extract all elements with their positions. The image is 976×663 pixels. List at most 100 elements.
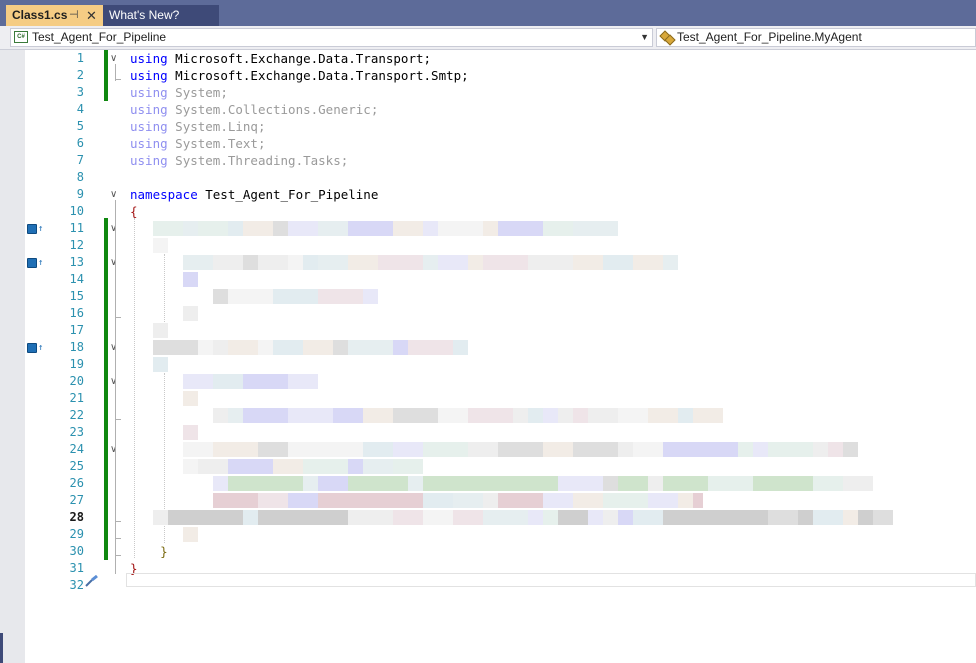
redacted-code bbox=[663, 255, 678, 270]
line-number: 11 bbox=[69, 221, 84, 235]
code-line[interactable]: 12 bbox=[0, 237, 976, 254]
redacted-code bbox=[348, 221, 393, 236]
code-line[interactable]: 16 bbox=[0, 305, 976, 322]
code-line[interactable]: 4 using System.Collections.Generic; bbox=[0, 101, 976, 118]
line-number: 6 bbox=[76, 136, 84, 150]
code-token: System.Collections.Generic; bbox=[167, 102, 379, 117]
collapse-icon[interactable]: ∨ bbox=[110, 339, 117, 356]
collapse-icon[interactable]: ∨ bbox=[110, 254, 117, 271]
codelens-reference-icon[interactable] bbox=[27, 224, 37, 234]
code-line[interactable]: 25 bbox=[0, 458, 976, 475]
redacted-code bbox=[213, 255, 243, 270]
code-text: using System; bbox=[130, 84, 228, 101]
redacted-code bbox=[393, 442, 423, 457]
collapse-icon[interactable]: ∨ bbox=[110, 186, 117, 203]
line-number: 7 bbox=[76, 153, 84, 167]
redacted-code bbox=[753, 442, 768, 457]
code-line[interactable]: 20 bbox=[0, 373, 976, 390]
line-number: 20 bbox=[69, 374, 84, 388]
line-number: 21 bbox=[69, 391, 84, 405]
redacted-code bbox=[198, 374, 213, 389]
redacted-code bbox=[768, 442, 813, 457]
collapse-icon[interactable]: ∨ bbox=[110, 441, 117, 458]
code-line[interactable]: 8 bbox=[0, 169, 976, 186]
code-line[interactable]: 9 namespace Test_Agent_For_Pipeline bbox=[0, 186, 976, 203]
redacted-code bbox=[738, 442, 753, 457]
code-line[interactable]: 10 { bbox=[0, 203, 976, 220]
code-line[interactable]: 18 bbox=[0, 339, 976, 356]
member-dropdown[interactable]: Test_Agent_For_Pipeline.MyAgent bbox=[656, 28, 976, 47]
chevron-down-icon[interactable]: ▼ bbox=[640, 29, 649, 46]
redacted-code bbox=[153, 323, 168, 338]
redacted-code bbox=[453, 340, 468, 355]
code-line[interactable]: 6 using System.Text; bbox=[0, 135, 976, 152]
redacted-code bbox=[633, 255, 663, 270]
code-token: { bbox=[130, 204, 138, 219]
pin-icon[interactable]: ⊣ bbox=[69, 5, 79, 26]
redacted-code bbox=[558, 510, 588, 525]
redacted-code bbox=[843, 510, 858, 525]
redacted-code bbox=[423, 442, 468, 457]
redacted-code bbox=[183, 391, 198, 406]
code-line[interactable]: 1 using Microsoft.Exchange.Data.Transport… bbox=[0, 50, 976, 67]
redacted-code bbox=[288, 408, 303, 423]
redacted-code bbox=[333, 340, 348, 355]
project-dropdown[interactable]: C# Test_Agent_For_Pipeline ▼ bbox=[10, 28, 653, 47]
redacted-code bbox=[318, 493, 348, 508]
code-token: Microsoft.Exchange.Data.Transport; bbox=[167, 51, 432, 66]
redacted-code bbox=[348, 476, 393, 491]
code-text: using System.Text; bbox=[130, 135, 265, 152]
redacted-code bbox=[423, 255, 438, 270]
redacted-code bbox=[453, 510, 483, 525]
tab-whats-new[interactable]: What's New? bbox=[103, 5, 219, 26]
tab-label: Class1.cs bbox=[12, 8, 68, 22]
collapse-icon[interactable]: ∨ bbox=[110, 220, 117, 237]
code-line[interactable]: 17 bbox=[0, 322, 976, 339]
redacted-code bbox=[213, 408, 228, 423]
redacted-code bbox=[198, 221, 228, 236]
screwdriver-icon[interactable] bbox=[85, 575, 99, 587]
code-line[interactable]: 7 using System.Threading.Tasks; bbox=[0, 152, 976, 169]
redacted-code bbox=[198, 510, 243, 525]
code-line[interactable]: 19 bbox=[0, 356, 976, 373]
tab-class1-cs[interactable]: Class1.cs ⊣ ✕ bbox=[6, 5, 103, 26]
redacted-code bbox=[393, 493, 423, 508]
redacted-code bbox=[543, 221, 573, 236]
code-line[interactable]: 23 bbox=[0, 424, 976, 441]
line-number: 24 bbox=[69, 442, 84, 456]
code-line[interactable]: 14 bbox=[0, 271, 976, 288]
collapse-icon[interactable]: ∨ bbox=[110, 50, 117, 67]
code-line[interactable]: 5 using System.Linq; bbox=[0, 118, 976, 135]
code-line[interactable]: 3 using System; bbox=[0, 84, 976, 101]
codelens-reference-icon[interactable] bbox=[27, 343, 37, 353]
code-line[interactable]: 2 using Microsoft.Exchange.Data.Transport… bbox=[0, 67, 976, 84]
redacted-code bbox=[348, 493, 393, 508]
line-number: 31 bbox=[69, 561, 84, 575]
code-line[interactable]: 15 bbox=[0, 288, 976, 305]
redacted-code bbox=[408, 340, 453, 355]
redacted-code bbox=[573, 221, 618, 236]
code-line[interactable]: 30 } bbox=[0, 543, 976, 560]
redacted-code bbox=[393, 510, 423, 525]
close-icon[interactable]: ✕ bbox=[86, 5, 97, 26]
code-token: using bbox=[130, 68, 168, 83]
redacted-code bbox=[603, 255, 633, 270]
codelens-reference-icon[interactable] bbox=[27, 258, 37, 268]
collapse-icon[interactable]: ∨ bbox=[110, 373, 117, 390]
redacted-code bbox=[618, 510, 633, 525]
redacted-code bbox=[828, 442, 843, 457]
code-token: System.Linq; bbox=[167, 119, 266, 134]
redacted-code bbox=[228, 476, 273, 491]
code-line[interactable]: 29 bbox=[0, 526, 976, 543]
code-line[interactable]: 21 bbox=[0, 390, 976, 407]
line-number: 19 bbox=[69, 357, 84, 371]
redacted-code bbox=[183, 272, 198, 287]
code-token: using bbox=[130, 136, 168, 151]
fold-end bbox=[115, 555, 121, 556]
line-number: 3 bbox=[76, 85, 84, 99]
redacted-code bbox=[153, 357, 168, 372]
code-editor[interactable]: 1 using Microsoft.Exchange.Data.Transport… bbox=[0, 50, 976, 663]
code-text: using System.Linq; bbox=[130, 118, 265, 135]
redacted-code bbox=[348, 459, 363, 474]
redacted-code bbox=[303, 255, 318, 270]
